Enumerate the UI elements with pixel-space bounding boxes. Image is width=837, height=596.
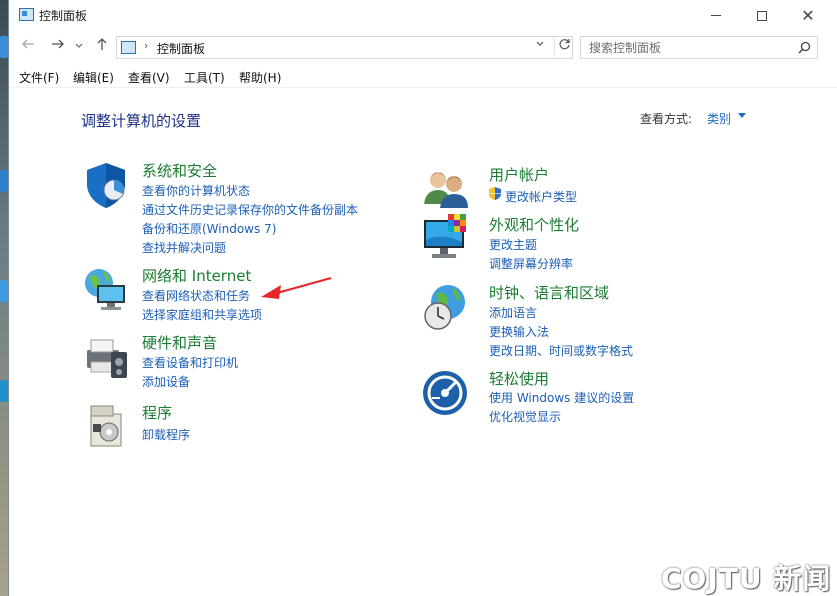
shield-icon[interactable] [81, 160, 131, 210]
desktop-icon[interactable] [0, 380, 8, 402]
minimize-icon [711, 15, 721, 16]
menu-bar: 文件(F) 编辑(E) 查看(V) 工具(T) 帮助(H) [9, 66, 837, 88]
menu-tools[interactable]: 工具(T) [184, 69, 225, 86]
programs-icon[interactable] [81, 402, 131, 452]
maximize-button[interactable] [739, 0, 785, 31]
desktop-icon[interactable] [0, 36, 8, 58]
monitor-palette-icon[interactable] [422, 214, 472, 264]
control-panel-icon [19, 8, 34, 21]
address-bar[interactable]: › 控制面板 [116, 36, 573, 59]
category-title[interactable]: 网络和 Internet [142, 265, 251, 286]
link-network-status[interactable]: 查看网络状态和任务 [142, 287, 250, 304]
search-box[interactable] [580, 36, 818, 59]
globe-clock-icon[interactable] [422, 282, 472, 332]
close-icon: ✕ [801, 6, 815, 25]
link-backup-restore[interactable]: 备份和还原(Windows 7) [142, 220, 276, 237]
category-title[interactable]: 程序 [142, 402, 172, 423]
minimize-button[interactable] [693, 0, 739, 31]
page-title: 调整计算机的设置 [81, 112, 202, 130]
network-globe-icon[interactable] [81, 265, 131, 315]
chevron-down-icon [75, 43, 83, 48]
view-by-dropdown[interactable]: 类别 [707, 110, 731, 127]
link-screen-resolution[interactable]: 调整屏幕分辨率 [489, 255, 573, 272]
chevron-right-icon[interactable]: › [144, 39, 148, 52]
search-icon[interactable] [798, 41, 811, 54]
arrow-right-icon [52, 39, 64, 49]
address-dropdown-button[interactable] [536, 40, 544, 50]
chevron-down-icon [536, 41, 544, 46]
menu-edit[interactable]: 编辑(E) [73, 69, 114, 86]
caret-down-icon[interactable] [738, 113, 746, 118]
watermark: COJTU 新闻 [661, 562, 832, 595]
menu-view[interactable]: 查看(V) [128, 69, 170, 86]
maximize-icon [757, 10, 767, 21]
annotation-arrow [261, 276, 332, 299]
menu-file[interactable]: 文件(F) [19, 69, 59, 86]
link-add-language[interactable]: 添加语言 [489, 304, 537, 321]
refresh-button[interactable] [554, 38, 573, 57]
title-bar[interactable]: 控制面板 ✕ [9, 0, 837, 31]
menu-help[interactable]: 帮助(H) [239, 69, 281, 86]
arrow-left-icon [22, 39, 34, 49]
link-change-account-type[interactable]: 更改帐户类型 [505, 188, 577, 205]
link-windows-recommended-settings[interactable]: 使用 Windows 建议的设置 [489, 389, 634, 406]
category-title[interactable]: 时钟、语言和区域 [489, 282, 609, 303]
link-devices-printers[interactable]: 查看设备和打印机 [142, 354, 238, 371]
link-change-theme[interactable]: 更改主题 [489, 236, 537, 253]
close-button[interactable]: ✕ [785, 0, 831, 31]
refresh-icon [558, 39, 570, 50]
category-title[interactable]: 系统和安全 [142, 160, 217, 181]
link-file-history[interactable]: 通过文件历史记录保存你的文件备份副本 [142, 201, 358, 218]
back-button[interactable] [18, 37, 38, 57]
arrow-up-icon [97, 38, 107, 50]
recent-locations-button[interactable] [72, 37, 86, 57]
link-uninstall-program[interactable]: 卸载程序 [142, 426, 190, 443]
link-change-input-method[interactable]: 更换输入法 [489, 323, 549, 340]
window-title: 控制面板 [39, 9, 88, 23]
uac-shield-icon [489, 187, 501, 200]
link-add-device[interactable]: 添加设备 [142, 373, 190, 390]
link-change-date-time-format[interactable]: 更改日期、时间或数字格式 [489, 342, 633, 359]
navigation-bar: › 控制面板 [9, 33, 837, 61]
printer-icon[interactable] [81, 332, 131, 382]
desktop-icon[interactable] [0, 170, 8, 192]
control-panel-icon [121, 41, 136, 54]
link-homegroup[interactable]: 选择家庭组和共享选项 [142, 306, 262, 323]
desktop-icon[interactable] [0, 280, 8, 302]
search-input[interactable] [589, 40, 789, 56]
desktop-background [0, 0, 8, 596]
breadcrumb[interactable]: 控制面板 [157, 40, 205, 57]
link-view-computer-status[interactable]: 查看你的计算机状态 [142, 182, 250, 199]
users-icon[interactable] [422, 164, 472, 214]
category-title[interactable]: 用户帐户 [489, 164, 549, 185]
view-by-label: 查看方式: [640, 112, 693, 126]
link-optimize-visual-display[interactable]: 优化视觉显示 [489, 408, 561, 425]
up-button[interactable] [92, 37, 112, 57]
ease-of-access-icon[interactable] [422, 368, 472, 418]
forward-button[interactable] [48, 37, 68, 57]
link-troubleshoot[interactable]: 查找并解决问题 [142, 239, 226, 256]
category-title[interactable]: 轻松使用 [489, 368, 549, 389]
category-title[interactable]: 外观和个性化 [489, 214, 579, 235]
control-panel-window: 控制面板 ✕ › 控制面板 搜索控制面板 文件(F) 编辑(E) 查看(V) 工… [8, 0, 837, 596]
category-title[interactable]: 硬件和声音 [142, 332, 217, 353]
